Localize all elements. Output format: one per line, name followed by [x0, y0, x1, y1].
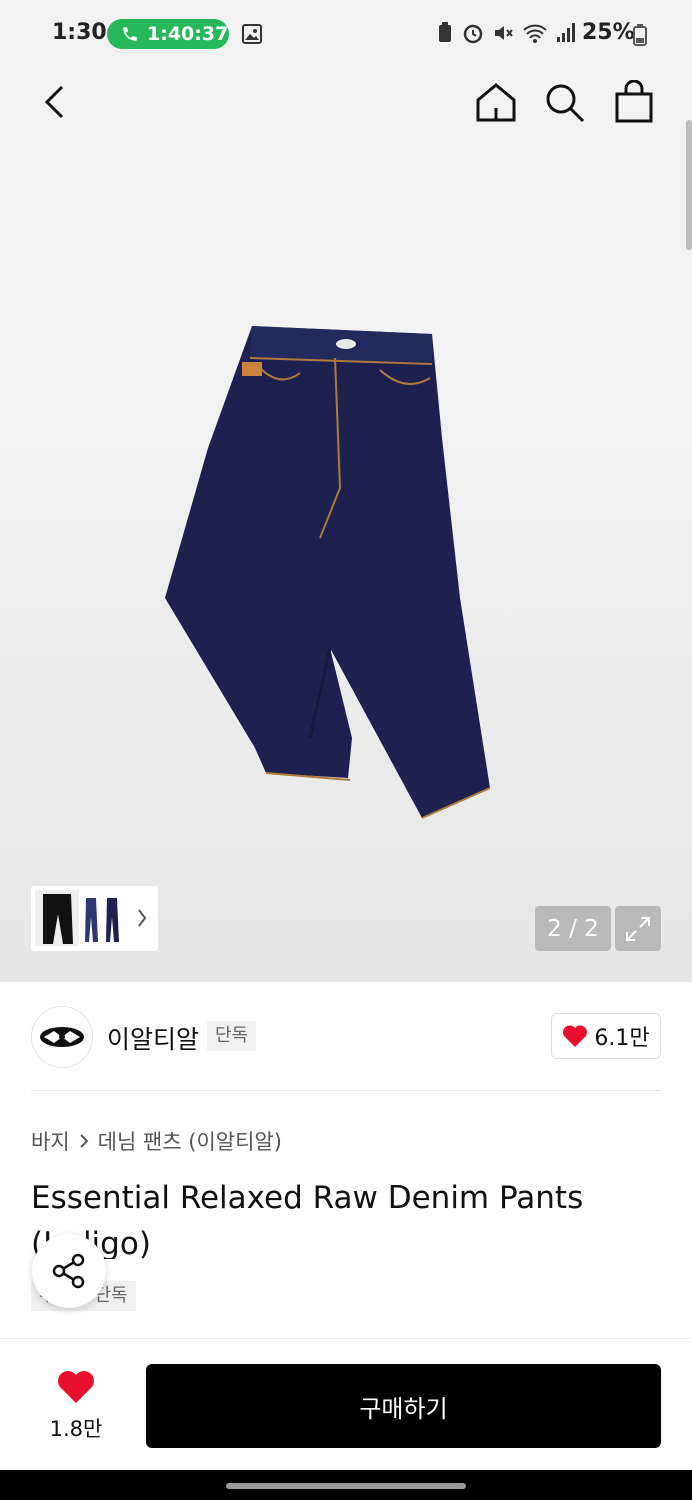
brand-name[interactable]: 이알티알: [107, 1020, 199, 1056]
call-timer: 1:40:37: [147, 23, 229, 45]
scrollbar[interactable]: [686, 120, 692, 250]
phone-icon: [123, 27, 137, 41]
brand-logo-icon: [40, 1027, 84, 1047]
alarm-icon: [463, 24, 483, 44]
brand-like-count: 6.1만: [594, 1026, 650, 1051]
brand-logo[interactable]: [31, 1006, 93, 1068]
divider: [31, 1090, 661, 1091]
battery-percent: 25%: [582, 20, 635, 45]
expand-button[interactable]: [615, 906, 661, 951]
gallery-icon: [242, 24, 262, 44]
status-time: 1:30: [52, 20, 107, 45]
expand-icon: [626, 916, 650, 941]
battery-icon: [633, 24, 647, 46]
thumbnail-strip[interactable]: [31, 886, 158, 951]
back-arrow-icon[interactable]: [40, 84, 70, 120]
image-counter: 2 / 2: [535, 906, 611, 951]
breadcrumb-category[interactable]: 바지: [31, 1126, 70, 1156]
mute-icon: [495, 26, 513, 40]
shopping-bag-icon[interactable]: [614, 80, 654, 124]
wifi-icon: [523, 24, 547, 43]
exclusive-badge: 단독: [207, 1021, 257, 1051]
wishlist-count: 1.8만: [49, 1417, 103, 1441]
thumbnail-image[interactable]: [31, 886, 158, 951]
search-icon[interactable]: [544, 82, 586, 124]
status-bar: 1:30 1:40:37 25%: [0, 0, 692, 68]
call-indicator[interactable]: 1:40:37: [107, 19, 229, 49]
product-image-gallery[interactable]: 2 / 2: [0, 68, 692, 982]
status-icons: [436, 22, 576, 44]
heart-icon: [58, 1371, 94, 1403]
chevron-right-icon: [79, 1134, 89, 1148]
product-title: Essential Relaxed Raw Denim Pants (Indig…: [31, 1180, 584, 1259]
breadcrumb: 바지 데님 팬츠 (이알티알): [31, 1126, 282, 1156]
brand-like-button[interactable]: 6.1만: [551, 1013, 661, 1059]
share-icon: [52, 1253, 85, 1289]
battery-saver-icon: [439, 22, 451, 42]
brand-row: 이알티알 단독 6.1만: [31, 1006, 661, 1068]
signal-icon: [557, 23, 575, 42]
wishlist-button[interactable]: 1.8만: [30, 1369, 122, 1443]
share-button[interactable]: [32, 1234, 106, 1308]
bottom-action-bar: 1.8만 구매하기: [0, 1338, 692, 1471]
home-gesture-handle[interactable]: [226, 1483, 466, 1489]
buy-button[interactable]: 구매하기: [146, 1364, 661, 1448]
heart-icon: [563, 1025, 588, 1047]
home-icon[interactable]: [474, 80, 518, 124]
breadcrumb-subcategory[interactable]: 데님 팬츠 (이알티알): [98, 1126, 282, 1156]
product-photo: [165, 326, 491, 819]
system-nav-bar: [0, 1470, 692, 1500]
